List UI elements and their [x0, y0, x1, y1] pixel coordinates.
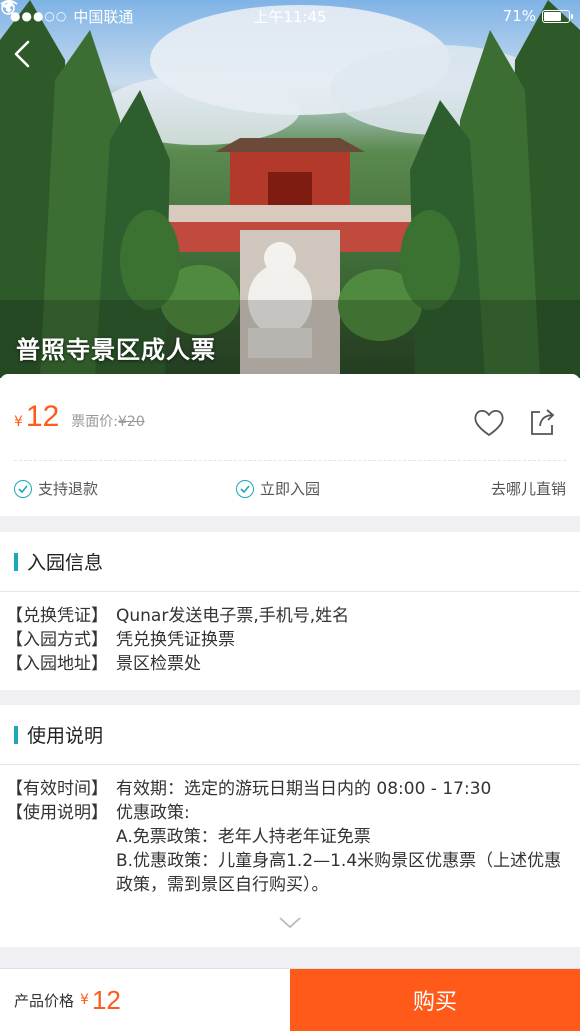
share-icon: [531, 409, 555, 435]
info-key: 【使用说明】: [6, 803, 108, 823]
expand-button[interactable]: [278, 915, 302, 929]
section-accent-bar: [14, 552, 18, 571]
section-header: 使用说明: [0, 705, 580, 765]
hero-image: ●●●○○ 中国联通 上午11:45 71% 普照寺景区成人票: [0, 0, 580, 378]
product-price: 产品价格 ¥ 12: [0, 969, 290, 1031]
back-button[interactable]: [14, 40, 54, 80]
feature-label: 立即入园: [260, 480, 321, 498]
favorite-button[interactable]: [472, 408, 506, 438]
face-price: 票面价:¥20: [71, 411, 144, 431]
info-row: 【兑换凭证】 Qunar发送电子票,手机号,姓名: [6, 604, 572, 628]
face-price-value: ¥20: [118, 414, 145, 430]
status-bar: ●●●○○ 中国联通 上午11:45 71%: [0, 0, 580, 32]
product-price-label: 产品价格: [14, 991, 75, 1010]
section-accent-bar: [14, 725, 18, 744]
policy-line: A.免票政策：老年人持老年证免票: [116, 827, 371, 847]
buy-button[interactable]: 购买: [290, 969, 580, 1031]
section-title: 入园信息: [27, 552, 104, 574]
info-value: 凭兑换凭证换票: [116, 630, 235, 650]
share-button[interactable]: [528, 407, 558, 437]
info-key: 【兑换凭证】: [6, 606, 108, 626]
info-value: Qunar发送电子票,手机号,姓名: [116, 606, 350, 626]
carrier-label: 中国联通: [73, 7, 134, 26]
bottom-bar: 产品价格 ¥ 12 购买: [0, 968, 580, 1031]
info-value: 优惠政策:: [116, 803, 190, 823]
product-price-value: 12: [91, 984, 121, 1015]
info-row: 【入园地址】 景区检票处: [6, 652, 572, 676]
feature-instant-entry: 立即入园: [236, 478, 320, 499]
currency-symbol: ¥: [80, 992, 89, 1008]
usage-body: 【有效时间】 有效期：选定的游玩日期当日内的 08:00 - 17:30 【使用…: [0, 765, 580, 897]
check-circle-icon: [14, 479, 32, 498]
info-key: 【入园方式】: [6, 630, 108, 650]
price-row: ¥ 12 票面价:¥20: [14, 400, 145, 434]
feature-refund: 支持退款: [14, 478, 236, 499]
feature-label: 支持退款: [38, 480, 99, 498]
info-value: 有效期：选定的游玩日期当日内的 08:00 - 17:30: [116, 779, 492, 799]
heart-icon: [474, 409, 504, 436]
info-row: 【使用说明】 优惠政策:: [6, 801, 572, 825]
chevron-down-icon: [279, 917, 301, 929]
face-price-label: 票面价:: [71, 414, 119, 430]
divider: [14, 460, 566, 461]
price-card: ¥ 12 票面价:¥20 支持退款 立即入园 去哪儿直销: [0, 374, 580, 516]
policy-line: B.优惠政策：儿童身高1.2—1.4米购景区优惠票（上述优惠政策，需到景区自行购…: [116, 851, 562, 895]
battery-icon: [542, 9, 573, 23]
currency-symbol: ¥: [14, 414, 23, 430]
temple-scene: [0, 0, 580, 378]
feature-direct-sale: 去哪儿直销: [491, 478, 566, 499]
info-row: 【有效时间】 有效期：选定的游玩日期当日内的 08:00 - 17:30: [6, 777, 572, 801]
chevron-left-icon: [14, 40, 30, 68]
signal-icon: ●●●○○: [10, 9, 68, 23]
battery-percent: 71%: [502, 7, 536, 25]
entry-info-body: 【兑换凭证】 Qunar发送电子票,手机号,姓名 【入园方式】 凭兑换凭证换票 …: [0, 592, 580, 676]
info-row: 【入园方式】 凭兑换凭证换票: [6, 628, 572, 652]
page-title: 普照寺景区成人票: [16, 336, 216, 364]
section-title: 使用说明: [27, 725, 104, 747]
usage-section: 使用说明 【有效时间】 有效期：选定的游玩日期当日内的 08:00 - 17:3…: [0, 705, 580, 947]
check-circle-icon: [236, 479, 254, 498]
price-value: 12: [25, 400, 60, 433]
section-header: 入园信息: [0, 532, 580, 592]
info-key: 【有效时间】: [6, 779, 108, 799]
feature-list: 支持退款 立即入园 去哪儿直销: [14, 478, 566, 499]
info-key: 【入园地址】: [6, 654, 108, 674]
entry-info-section: 入园信息 【兑换凭证】 Qunar发送电子票,手机号,姓名 【入园方式】 凭兑换…: [0, 532, 580, 690]
feature-label: 去哪儿直销: [490, 480, 566, 498]
location-icon: [1, 1, 13, 13]
info-value: 景区检票处: [116, 654, 201, 674]
